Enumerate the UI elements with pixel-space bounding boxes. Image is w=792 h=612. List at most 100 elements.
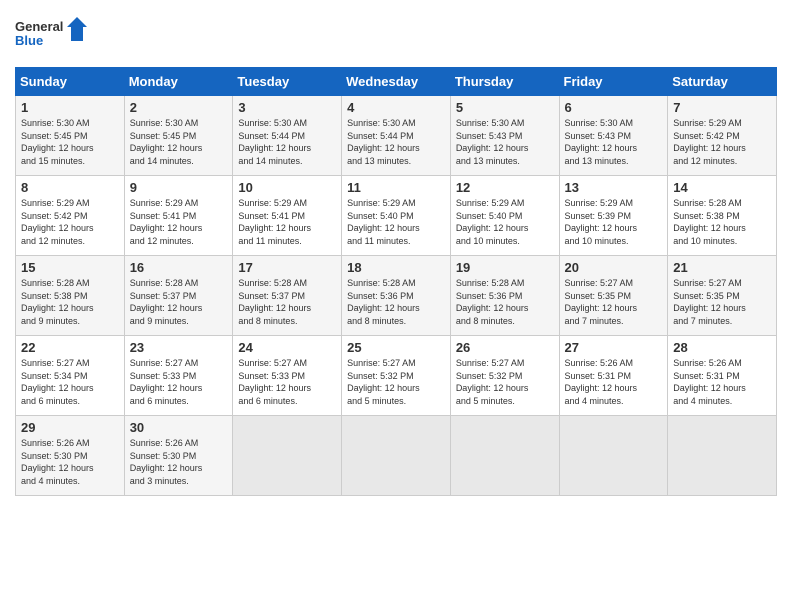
calendar-cell: 13 Sunrise: 5:29 AMSunset: 5:39 PMDaylig… (559, 176, 668, 256)
calendar-header: SundayMondayTuesdayWednesdayThursdayFrid… (16, 68, 777, 96)
svg-text:General: General (15, 19, 63, 34)
calendar-week: 1 Sunrise: 5:30 AMSunset: 5:45 PMDayligh… (16, 96, 777, 176)
page-header: General Blue (15, 15, 777, 57)
cell-info: Sunrise: 5:28 AMSunset: 5:36 PMDaylight:… (456, 277, 554, 327)
cell-info: Sunrise: 5:30 AMSunset: 5:44 PMDaylight:… (238, 117, 336, 167)
calendar-cell: 27 Sunrise: 5:26 AMSunset: 5:31 PMDaylig… (559, 336, 668, 416)
day-number: 13 (565, 180, 663, 195)
cell-info: Sunrise: 5:27 AMSunset: 5:34 PMDaylight:… (21, 357, 119, 407)
calendar-cell (342, 416, 451, 496)
calendar-cell: 23 Sunrise: 5:27 AMSunset: 5:33 PMDaylig… (124, 336, 233, 416)
calendar-cell (559, 416, 668, 496)
calendar-cell: 28 Sunrise: 5:26 AMSunset: 5:31 PMDaylig… (668, 336, 777, 416)
day-number: 30 (130, 420, 228, 435)
weekday-header: Sunday (16, 68, 125, 96)
cell-info: Sunrise: 5:27 AMSunset: 5:32 PMDaylight:… (456, 357, 554, 407)
day-number: 26 (456, 340, 554, 355)
calendar-cell: 26 Sunrise: 5:27 AMSunset: 5:32 PMDaylig… (450, 336, 559, 416)
cell-info: Sunrise: 5:30 AMSunset: 5:45 PMDaylight:… (21, 117, 119, 167)
day-number: 4 (347, 100, 445, 115)
calendar-cell: 7 Sunrise: 5:29 AMSunset: 5:42 PMDayligh… (668, 96, 777, 176)
cell-info: Sunrise: 5:27 AMSunset: 5:35 PMDaylight:… (565, 277, 663, 327)
calendar-cell: 14 Sunrise: 5:28 AMSunset: 5:38 PMDaylig… (668, 176, 777, 256)
logo-svg: General Blue (15, 15, 95, 57)
cell-info: Sunrise: 5:28 AMSunset: 5:38 PMDaylight:… (673, 197, 771, 247)
calendar-week: 15 Sunrise: 5:28 AMSunset: 5:38 PMDaylig… (16, 256, 777, 336)
day-number: 19 (456, 260, 554, 275)
day-number: 14 (673, 180, 771, 195)
day-number: 23 (130, 340, 228, 355)
day-number: 10 (238, 180, 336, 195)
calendar-cell: 6 Sunrise: 5:30 AMSunset: 5:43 PMDayligh… (559, 96, 668, 176)
calendar-cell: 1 Sunrise: 5:30 AMSunset: 5:45 PMDayligh… (16, 96, 125, 176)
cell-info: Sunrise: 5:27 AMSunset: 5:33 PMDaylight:… (130, 357, 228, 407)
day-number: 21 (673, 260, 771, 275)
calendar-cell: 12 Sunrise: 5:29 AMSunset: 5:40 PMDaylig… (450, 176, 559, 256)
weekday-header: Monday (124, 68, 233, 96)
weekday-header: Thursday (450, 68, 559, 96)
weekday-header: Friday (559, 68, 668, 96)
svg-text:Blue: Blue (15, 33, 43, 48)
day-number: 1 (21, 100, 119, 115)
calendar-week: 29 Sunrise: 5:26 AMSunset: 5:30 PMDaylig… (16, 416, 777, 496)
day-number: 16 (130, 260, 228, 275)
day-number: 20 (565, 260, 663, 275)
day-number: 18 (347, 260, 445, 275)
cell-info: Sunrise: 5:28 AMSunset: 5:36 PMDaylight:… (347, 277, 445, 327)
calendar-cell: 24 Sunrise: 5:27 AMSunset: 5:33 PMDaylig… (233, 336, 342, 416)
cell-info: Sunrise: 5:28 AMSunset: 5:38 PMDaylight:… (21, 277, 119, 327)
calendar-cell: 25 Sunrise: 5:27 AMSunset: 5:32 PMDaylig… (342, 336, 451, 416)
calendar-cell: 21 Sunrise: 5:27 AMSunset: 5:35 PMDaylig… (668, 256, 777, 336)
day-number: 11 (347, 180, 445, 195)
day-number: 28 (673, 340, 771, 355)
day-number: 6 (565, 100, 663, 115)
calendar-cell: 3 Sunrise: 5:30 AMSunset: 5:44 PMDayligh… (233, 96, 342, 176)
calendar-body: 1 Sunrise: 5:30 AMSunset: 5:45 PMDayligh… (16, 96, 777, 496)
cell-info: Sunrise: 5:27 AMSunset: 5:35 PMDaylight:… (673, 277, 771, 327)
cell-info: Sunrise: 5:30 AMSunset: 5:43 PMDaylight:… (456, 117, 554, 167)
calendar-cell: 30 Sunrise: 5:26 AMSunset: 5:30 PMDaylig… (124, 416, 233, 496)
calendar-cell: 5 Sunrise: 5:30 AMSunset: 5:43 PMDayligh… (450, 96, 559, 176)
calendar-cell: 19 Sunrise: 5:28 AMSunset: 5:36 PMDaylig… (450, 256, 559, 336)
calendar-cell: 8 Sunrise: 5:29 AMSunset: 5:42 PMDayligh… (16, 176, 125, 256)
calendar-cell: 2 Sunrise: 5:30 AMSunset: 5:45 PMDayligh… (124, 96, 233, 176)
day-number: 29 (21, 420, 119, 435)
calendar-cell: 17 Sunrise: 5:28 AMSunset: 5:37 PMDaylig… (233, 256, 342, 336)
cell-info: Sunrise: 5:29 AMSunset: 5:40 PMDaylight:… (347, 197, 445, 247)
cell-info: Sunrise: 5:26 AMSunset: 5:31 PMDaylight:… (565, 357, 663, 407)
day-number: 27 (565, 340, 663, 355)
calendar-cell: 15 Sunrise: 5:28 AMSunset: 5:38 PMDaylig… (16, 256, 125, 336)
day-number: 24 (238, 340, 336, 355)
day-number: 2 (130, 100, 228, 115)
cell-info: Sunrise: 5:27 AMSunset: 5:33 PMDaylight:… (238, 357, 336, 407)
cell-info: Sunrise: 5:30 AMSunset: 5:45 PMDaylight:… (130, 117, 228, 167)
weekday-header: Wednesday (342, 68, 451, 96)
calendar-week: 8 Sunrise: 5:29 AMSunset: 5:42 PMDayligh… (16, 176, 777, 256)
cell-info: Sunrise: 5:29 AMSunset: 5:42 PMDaylight:… (673, 117, 771, 167)
calendar-week: 22 Sunrise: 5:27 AMSunset: 5:34 PMDaylig… (16, 336, 777, 416)
cell-info: Sunrise: 5:30 AMSunset: 5:43 PMDaylight:… (565, 117, 663, 167)
calendar-cell: 4 Sunrise: 5:30 AMSunset: 5:44 PMDayligh… (342, 96, 451, 176)
day-number: 12 (456, 180, 554, 195)
day-number: 9 (130, 180, 228, 195)
cell-info: Sunrise: 5:26 AMSunset: 5:30 PMDaylight:… (130, 437, 228, 487)
calendar-cell: 22 Sunrise: 5:27 AMSunset: 5:34 PMDaylig… (16, 336, 125, 416)
calendar-cell: 29 Sunrise: 5:26 AMSunset: 5:30 PMDaylig… (16, 416, 125, 496)
day-number: 7 (673, 100, 771, 115)
calendar-cell: 9 Sunrise: 5:29 AMSunset: 5:41 PMDayligh… (124, 176, 233, 256)
cell-info: Sunrise: 5:28 AMSunset: 5:37 PMDaylight:… (238, 277, 336, 327)
cell-info: Sunrise: 5:26 AMSunset: 5:31 PMDaylight:… (673, 357, 771, 407)
header-row: SundayMondayTuesdayWednesdayThursdayFrid… (16, 68, 777, 96)
day-number: 5 (456, 100, 554, 115)
calendar-cell: 18 Sunrise: 5:28 AMSunset: 5:36 PMDaylig… (342, 256, 451, 336)
cell-info: Sunrise: 5:28 AMSunset: 5:37 PMDaylight:… (130, 277, 228, 327)
calendar-cell: 11 Sunrise: 5:29 AMSunset: 5:40 PMDaylig… (342, 176, 451, 256)
day-number: 25 (347, 340, 445, 355)
cell-info: Sunrise: 5:29 AMSunset: 5:40 PMDaylight:… (456, 197, 554, 247)
logo: General Blue (15, 15, 95, 57)
cell-info: Sunrise: 5:29 AMSunset: 5:42 PMDaylight:… (21, 197, 119, 247)
calendar-cell: 16 Sunrise: 5:28 AMSunset: 5:37 PMDaylig… (124, 256, 233, 336)
day-number: 17 (238, 260, 336, 275)
day-number: 22 (21, 340, 119, 355)
weekday-header: Tuesday (233, 68, 342, 96)
